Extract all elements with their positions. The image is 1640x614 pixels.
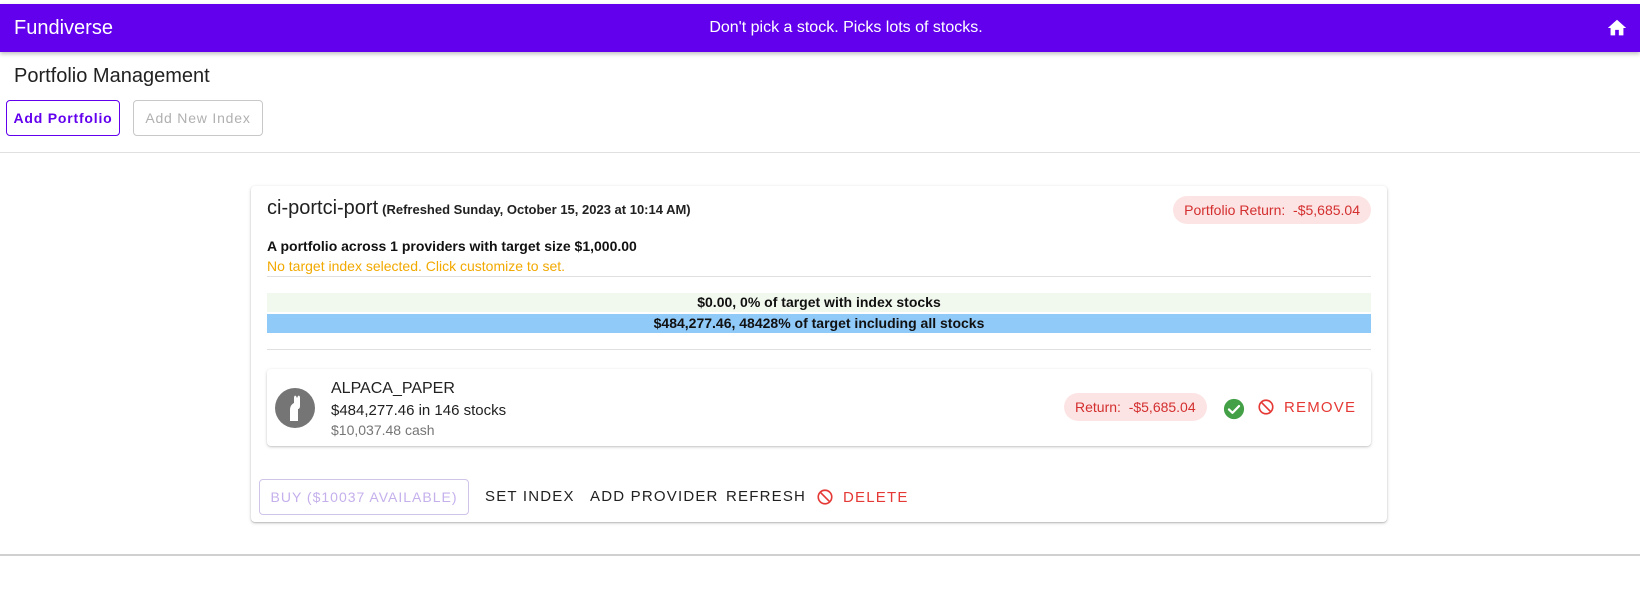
delete-portfolio-button[interactable]: DELETE [816, 488, 909, 506]
portfolio-name: ci-portci-port [267, 197, 379, 219]
add-new-index-button[interactable]: Add New Index [133, 100, 263, 136]
app-tagline: Don't pick a stock. Picks lots of stocks… [709, 19, 983, 36]
target-index-warning: No target index selected. Click customiz… [267, 258, 566, 274]
add-portfolio-button[interactable]: Add Portfolio [6, 100, 120, 136]
block-icon [817, 489, 833, 505]
buy-button[interactable]: BUY ($10037 AVAILABLE) [259, 479, 469, 515]
block-icon [1258, 399, 1274, 415]
provider-stocks-value: $484,277.46 in 146 stocks [331, 402, 507, 419]
home-icon[interactable] [1606, 17, 1628, 39]
card-divider [267, 276, 1371, 277]
provider-name: ALPACA_PAPER [331, 380, 455, 397]
alpaca-icon [275, 388, 315, 428]
portfolio-summary: A portfolio across 1 providers with targ… [267, 238, 637, 254]
portfolio-title: ci-portci-port (Refreshed Sunday, October… [267, 197, 691, 220]
page-title: Portfolio Management [14, 65, 210, 87]
all-stocks-bar: $484,277.46, 48428% of target including … [267, 314, 1371, 333]
provider-return-chip: Return: -$5,685.04 [1064, 393, 1207, 421]
remove-label: REMOVE [1284, 398, 1357, 416]
set-index-button[interactable]: SET INDEX [485, 488, 575, 505]
header-divider [0, 152, 1640, 153]
portfolio-return-chip: Portfolio Return: -$5,685.04 [1173, 196, 1371, 224]
card-divider [267, 349, 1371, 350]
portfolio-card: ci-portci-port (Refreshed Sunday, October… [251, 186, 1387, 522]
portfolio-refreshed-time: (Refreshed Sunday, October 15, 2023 at 1… [382, 202, 691, 217]
provider-card: ALPACA_PAPER $484,277.46 in 146 stocks $… [267, 369, 1371, 446]
refresh-button[interactable]: REFRESH [726, 488, 806, 505]
check-circle-icon [1223, 398, 1245, 420]
provider-cash: $10,037.48 cash [331, 422, 435, 438]
delete-label: DELETE [843, 488, 909, 506]
remove-provider-button[interactable]: REMOVE [1257, 398, 1356, 416]
add-provider-button[interactable]: ADD PROVIDER [590, 488, 719, 505]
index-stocks-bar: $0.00, 0% of target with index stocks [267, 293, 1371, 312]
footer-divider [0, 554, 1640, 556]
app-bar: Fundiverse Don't pick a stock. Picks lot… [0, 4, 1640, 52]
